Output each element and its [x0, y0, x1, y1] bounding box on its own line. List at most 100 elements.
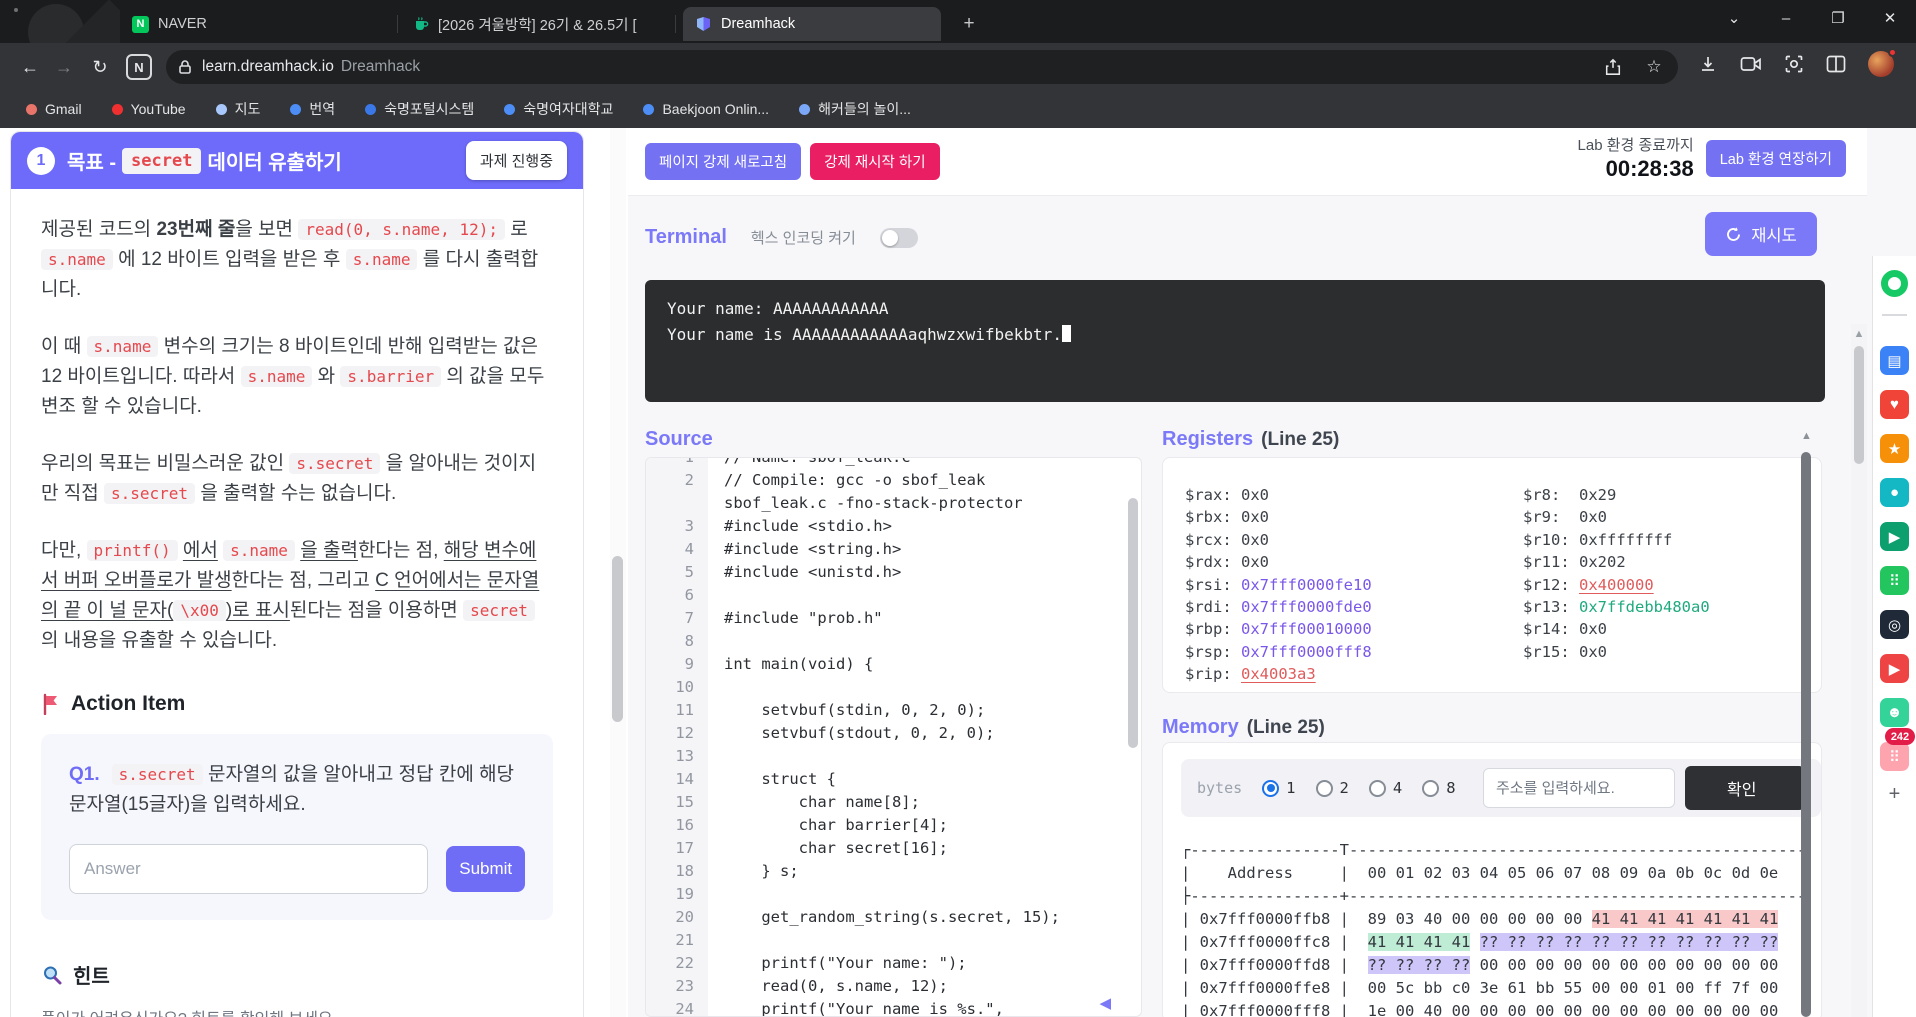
downloads-icon[interactable] — [1698, 54, 1718, 74]
chat-app-icon[interactable]: ● — [1880, 478, 1909, 507]
lens-app-icon[interactable]: ◎ — [1880, 610, 1909, 639]
task-description: 제공된 코드의 23번째 줄을 보면 read(0, s.name, 12); … — [41, 215, 553, 656]
forward-icon[interactable]: → — [48, 51, 80, 83]
screenshot-icon[interactable] — [1784, 54, 1804, 74]
refresh-icon[interactable]: ↻ — [84, 51, 116, 83]
bookmark-item[interactable]: Baekjoon Onlin... — [643, 101, 769, 117]
browser-tab[interactable]: Dreamhack — [683, 7, 941, 41]
register-row: $r8: 0x29 — [1523, 484, 1822, 506]
restore-icon[interactable]: ❐ — [1816, 0, 1860, 36]
source-line: 23 read(0, s.name, 12); — [646, 975, 1141, 998]
add-sidebar-app-icon[interactable]: + — [1880, 780, 1909, 809]
bytes-radio-8[interactable]: 8 — [1422, 779, 1455, 797]
hint-title: 힌트 — [73, 960, 110, 989]
registers-panel: $rax: 0x0$rbx: 0x0$rcx: 0x0$rdx: 0x0$rsi… — [1162, 457, 1822, 693]
submit-button[interactable]: Submit — [446, 846, 525, 892]
grid-app-icon[interactable]: ⠿ — [1880, 566, 1909, 595]
source-line: 10 — [646, 676, 1141, 699]
register-row: $r10: 0xffffffff — [1523, 529, 1822, 551]
question-label: Q1. — [69, 764, 100, 785]
bookmark-favicon — [799, 104, 810, 115]
terminal-title: Terminal — [645, 226, 727, 249]
step-number: 1 — [27, 147, 55, 175]
browser-tab[interactable]: [2026 겨울방학] 26기 & 26.5기 [ — [400, 7, 676, 41]
lesson-scrollbar[interactable] — [610, 128, 626, 1017]
briefcase-app-icon[interactable]: ▤ — [1880, 346, 1909, 375]
cafe-favicon — [412, 16, 429, 33]
source-line: 20 get_random_string(s.secret, 15); — [646, 906, 1141, 929]
inline-code-chip: \x00 — [173, 600, 226, 621]
favorites-star-icon[interactable]: ☆ — [1642, 55, 1666, 79]
force-refresh-button[interactable]: 페이지 강제 새로고침 — [645, 143, 801, 180]
terminal-output[interactable]: Your name: AAAAAAAAAAAA Your name is AAA… — [645, 280, 1825, 402]
debugger-scrollbar[interactable]: ▲ — [1800, 430, 1813, 1017]
memory-confirm-button[interactable]: 확인 — [1685, 766, 1805, 810]
memory-address-input[interactable] — [1483, 768, 1675, 808]
force-restart-button[interactable]: 강제 재시작 하기 — [810, 143, 939, 180]
lab-section: 페이지 강제 새로고침 강제 재시작 하기 Lab 환경 종료까지 00:28:… — [628, 128, 1867, 1017]
question-card: Q1.s.secret 문자열의 값을 알아내고 정답 칸에 해당 문자열(15… — [41, 734, 553, 920]
lab-top-bar: 페이지 강제 새로고침 강제 재시작 하기 Lab 환경 종료까지 00:28:… — [628, 128, 1867, 196]
back-icon[interactable]: ← — [14, 51, 46, 83]
naver-favicon: N — [132, 16, 149, 33]
register-row: $rdx: 0x0 — [1185, 551, 1372, 573]
navigation-bar: ← → ↻ N learn.dreamhack.io Dreamhack ☆ — [0, 43, 1916, 90]
bytes-radio-1[interactable]: 1 — [1262, 779, 1295, 797]
register-row: $r11: 0x202 — [1523, 551, 1822, 573]
answer-input[interactable] — [69, 844, 428, 894]
task-status-badge[interactable]: 과제 진행중 — [466, 141, 567, 180]
profile-avatar[interactable] — [1868, 51, 1894, 77]
page-scrollbar[interactable]: ▲ — [1851, 324, 1867, 1017]
android-app-icon[interactable]: ☻ — [1880, 698, 1909, 727]
retry-refresh-icon — [1725, 226, 1742, 243]
bytes-radio-4[interactable]: 4 — [1369, 779, 1402, 797]
source-scrollbar-thumb[interactable] — [1128, 498, 1138, 748]
source-line: 14 struct { — [646, 768, 1141, 791]
web-capture-camera-icon[interactable] — [1740, 55, 1762, 73]
bookmark-item[interactable]: 지도 — [216, 99, 261, 119]
star-app-icon[interactable]: ★ — [1880, 434, 1909, 463]
lab-expire-label: Lab 환경 종료까지 — [1578, 134, 1694, 155]
register-row: $rax: 0x0 — [1185, 484, 1372, 506]
bookmark-item[interactable]: 번역 — [290, 99, 335, 119]
browser-tab[interactable]: NNAVER — [120, 7, 398, 41]
source-line: 13 — [646, 745, 1141, 768]
close-icon[interactable]: ✕ — [1868, 0, 1912, 36]
bookmark-item[interactable]: 해커들의 놀이... — [799, 99, 911, 119]
task-title: 목표 - secret 데이터 유출하기 — [67, 146, 342, 175]
scroll-up-icon[interactable]: ▲ — [1800, 430, 1813, 442]
hex-encoding-toggle[interactable] — [880, 228, 918, 248]
source-code-panel[interactable]: 1// Name: sbof_leak.c2// Compile: gcc -o… — [645, 457, 1142, 1017]
register-row: $r12: 0x400000 — [1523, 574, 1822, 596]
source-line: 2// Compile: gcc -o sbof_leak sbof_leak.… — [646, 469, 1141, 515]
description-paragraph: 제공된 코드의 23번째 줄을 보면 read(0, s.name, 12); … — [41, 215, 553, 305]
share-icon[interactable] — [1604, 58, 1622, 76]
scroll-up-icon[interactable]: ▲ — [1851, 328, 1867, 340]
source-line: 24 printf("Your name is %s.", s.name); — [646, 998, 1141, 1017]
video-app-icon[interactable]: ▶ — [1880, 522, 1909, 551]
tab-search-chevron-icon[interactable]: ⌄ — [1712, 0, 1756, 36]
source-line: 15 char name[8]; — [646, 791, 1141, 814]
bytes-radio-2[interactable]: 2 — [1316, 779, 1349, 797]
apps-pink-icon[interactable]: ⠿ — [1880, 742, 1909, 771]
youtube-app-icon[interactable]: ▶ — [1880, 654, 1909, 683]
rewards-ring-icon[interactable] — [1881, 270, 1908, 297]
source-line: 6 — [646, 584, 1141, 607]
source-line: 1// Name: sbof_leak.c — [646, 457, 1141, 469]
address-bar[interactable]: learn.dreamhack.io Dreamhack ☆ — [166, 50, 1678, 84]
lab-extend-button[interactable]: Lab 환경 연장하기 — [1706, 140, 1846, 177]
retry-button[interactable]: 재시도 — [1705, 212, 1817, 256]
naver-extension-icon[interactable]: N — [126, 54, 152, 80]
heart-app-icon[interactable]: ♥ — [1880, 390, 1909, 419]
bookmark-item[interactable]: 숙명포털시스템 — [365, 99, 474, 119]
bookmark-item[interactable]: YouTube — [112, 101, 186, 117]
bookmark-item[interactable]: Gmail — [26, 101, 82, 117]
inline-code-chip: printf() — [87, 540, 178, 561]
notification-dot — [1888, 48, 1897, 57]
bookmark-item[interactable]: 숙명여자대학교 — [504, 99, 613, 119]
split-screen-icon[interactable] — [1826, 55, 1846, 73]
inline-code-chip: s.secret — [112, 764, 203, 785]
new-tab-button[interactable]: + — [955, 10, 983, 38]
source-title: Source — [645, 428, 713, 451]
minimize-icon[interactable]: – — [1764, 0, 1808, 36]
